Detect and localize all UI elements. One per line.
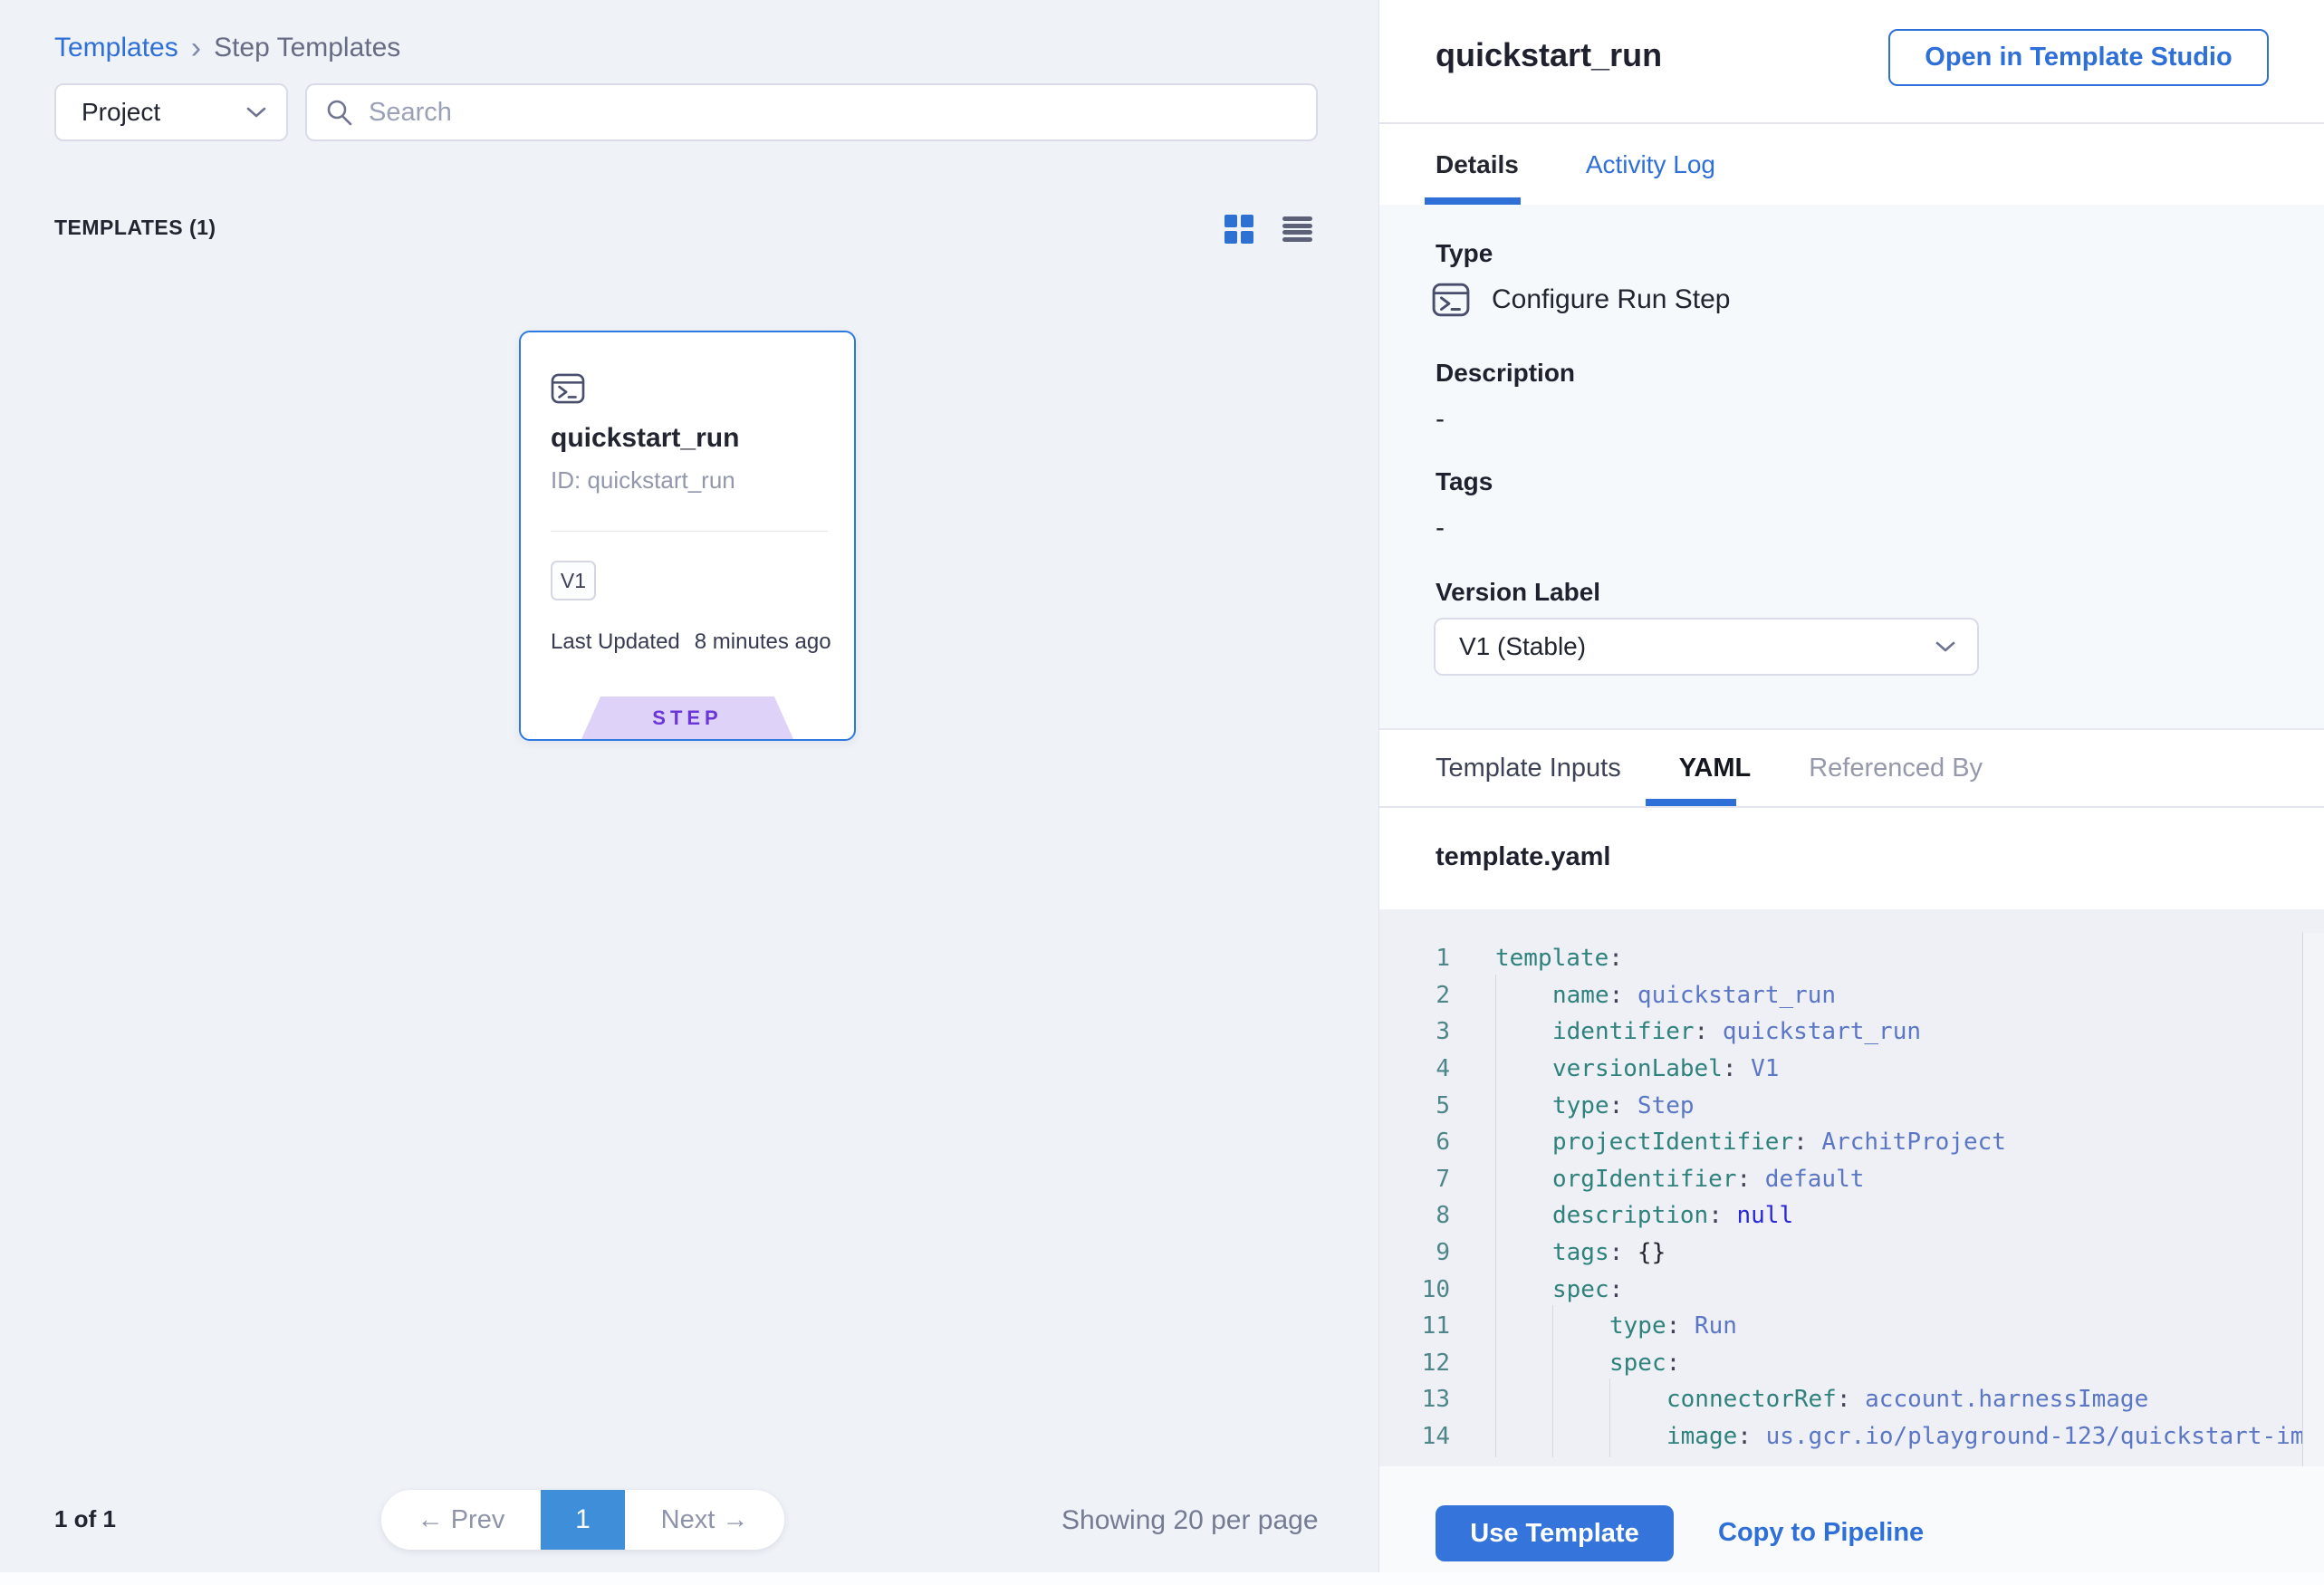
next-page-button[interactable]: Next → (625, 1490, 784, 1550)
description-label: Description (1436, 359, 1575, 388)
subtab-divider (1379, 806, 2324, 808)
subtab-referenced-by[interactable]: Referenced By (1809, 754, 1983, 783)
templates-count-header: TEMPLATES (1) (54, 216, 216, 240)
breadcrumb-templates-link[interactable]: Templates (54, 33, 178, 63)
last-updated: Last Updated 8 minutes ago (551, 629, 831, 655)
view-toggle (1224, 215, 1312, 244)
page-1-button[interactable]: 1 (541, 1490, 625, 1550)
last-updated-label: Last Updated (551, 629, 680, 655)
version-badge: V1 (551, 561, 596, 600)
tab-details[interactable]: Details (1436, 150, 1519, 179)
open-in-template-studio-button[interactable]: Open in Template Studio (1888, 29, 2269, 86)
description-value: - (1436, 404, 1445, 435)
chevron-down-icon (246, 106, 266, 119)
version-select-value: V1 (Stable) (1459, 632, 1586, 661)
copy-to-pipeline-link[interactable]: Copy to Pipeline (1718, 1518, 1924, 1548)
yaml-line: 8description: null (1379, 1197, 2324, 1234)
chevron-down-icon (1935, 640, 1955, 653)
subtab-yaml[interactable]: YAML (1679, 754, 1752, 783)
template-list-panel: Templates › Step Templates Project TEMPL… (0, 0, 1378, 1585)
yaml-line: 9tags: {} (1379, 1234, 2324, 1272)
template-card-id: ID: quickstart_run (551, 466, 735, 495)
yaml-editor[interactable]: 1template:2name: quickstart_run3identifi… (1379, 909, 2324, 1466)
type-value: Configure Run Step (1492, 284, 1731, 315)
run-step-icon (1432, 283, 1470, 317)
breadcrumb-separator-icon: › (191, 34, 201, 62)
breadcrumb: Templates › Step Templates (54, 33, 400, 63)
active-tab-indicator (1425, 197, 1521, 205)
yaml-code: 1template:2name: quickstart_run3identifi… (1379, 909, 2324, 1455)
subtab-template-inputs[interactable]: Template Inputs (1436, 754, 1621, 783)
template-card-title: quickstart_run (551, 423, 739, 454)
pagination: ← Prev 1 Next → (381, 1490, 784, 1550)
page-count: 1 of 1 (54, 1505, 116, 1533)
content-subtabs: Template Inputs YAML Referenced By (1436, 730, 1983, 806)
yaml-line: 10spec: (1379, 1271, 2324, 1308)
tags-label: Tags (1436, 467, 1493, 496)
search-box (305, 83, 1318, 141)
version-select[interactable]: V1 (Stable) (1434, 618, 1979, 676)
templates-page: Templates › Step Templates Project TEMPL… (0, 0, 2324, 1585)
tab-activity-log[interactable]: Activity Log (1586, 150, 1715, 179)
scope-select[interactable]: Project (54, 83, 288, 141)
drawer-footer: Use Template Copy to Pipeline (1379, 1466, 2324, 1585)
yaml-filename: template.yaml (1436, 842, 1610, 872)
prev-page-button[interactable]: ← Prev (381, 1490, 541, 1550)
breadcrumb-current: Step Templates (214, 33, 400, 63)
list-view-icon[interactable] (1282, 215, 1312, 244)
minimap-divider (2302, 933, 2303, 1466)
run-step-icon (551, 373, 585, 404)
editor-minimap[interactable] (2303, 933, 2324, 1466)
yaml-line: 7orgIdentifier: default (1379, 1161, 2324, 1198)
per-page-label: Showing 20 per page (1061, 1505, 1319, 1536)
bottom-strip (0, 1572, 2324, 1585)
yaml-line: 2name: quickstart_run (1379, 977, 2324, 1014)
yaml-line: 5type: Step (1379, 1087, 2324, 1124)
drawer-tabs: Details Activity Log (1436, 124, 1715, 205)
type-label: Type (1436, 239, 1493, 268)
active-subtab-indicator (1646, 799, 1736, 806)
template-card[interactable]: quickstart_run ID: quickstart_run V1 Las… (519, 331, 856, 741)
yaml-line: 4versionLabel: V1 (1379, 1051, 2324, 1088)
yaml-line: 1template: (1379, 940, 2324, 977)
card-divider (551, 531, 828, 532)
yaml-line: 13connectorRef: account.harnessImage (1379, 1381, 2324, 1418)
last-updated-value: 8 minutes ago (695, 629, 831, 655)
type-value-row: Configure Run Step (1432, 283, 1731, 317)
yaml-line: 6projectIdentifier: ArchitProject (1379, 1124, 2324, 1161)
tags-value: - (1436, 513, 1445, 543)
search-input[interactable] (369, 98, 1298, 128)
yaml-line: 11type: Run (1379, 1308, 2324, 1345)
yaml-line: 12spec: (1379, 1345, 2324, 1382)
drawer-title: quickstart_run (1436, 36, 1662, 74)
step-type-badge: STEP (581, 696, 793, 739)
scope-select-value: Project (82, 98, 160, 127)
version-label: Version Label (1436, 578, 1600, 607)
details-section: Type Configure Run Step Description - Ta… (1379, 205, 2324, 730)
use-template-button[interactable]: Use Template (1436, 1505, 1674, 1561)
search-icon (325, 98, 354, 127)
template-details-drawer: quickstart_run Open in Template Studio D… (1378, 0, 2324, 1585)
yaml-line: 3identifier: quickstart_run (1379, 1013, 2324, 1051)
grid-view-icon[interactable] (1224, 215, 1253, 244)
yaml-line: 14image: us.gcr.io/playground-123/quicks… (1379, 1418, 2324, 1455)
